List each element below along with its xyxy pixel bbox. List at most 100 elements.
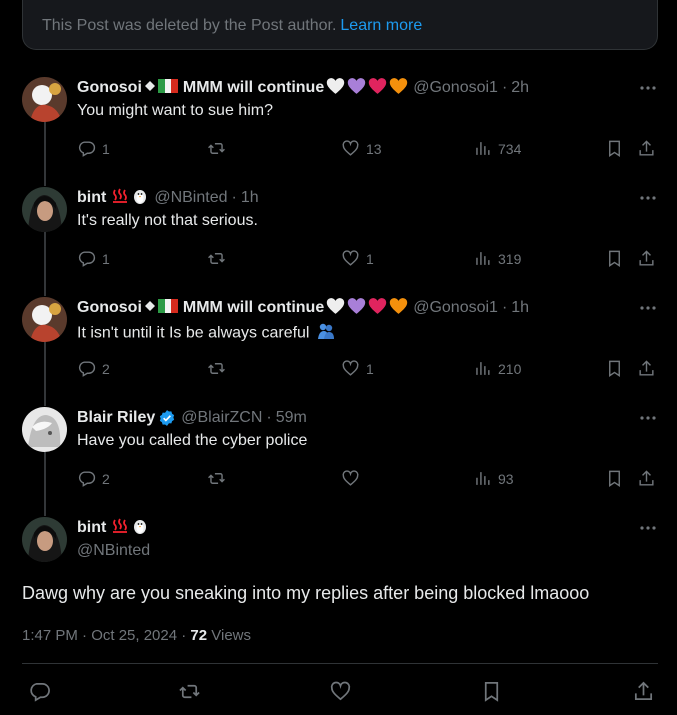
display-name[interactable]: bint <box>77 189 106 207</box>
repost-button[interactable] <box>207 469 226 488</box>
repost-icon <box>179 684 200 699</box>
timestamp[interactable]: 1h <box>241 189 259 207</box>
post-timestamp[interactable]: 1:47 PM · Oct 25, 2024 · <box>22 627 190 644</box>
views-icon <box>476 362 490 375</box>
more-options-icon[interactable] <box>639 297 657 315</box>
reply-button[interactable]: 1 <box>77 249 110 268</box>
reply-count: 1 <box>102 250 110 267</box>
heart-icon <box>342 360 359 376</box>
share-icon <box>639 140 654 156</box>
handle[interactable]: @NBinted <box>77 542 150 560</box>
bookmark-button[interactable] <box>605 469 624 488</box>
display-name[interactable]: Blair Riley <box>77 409 155 427</box>
bookmark-icon <box>484 682 499 702</box>
hot-springs-icon <box>111 517 129 540</box>
timestamp[interactable]: 2h <box>511 79 529 97</box>
dot-separator: · <box>501 299 508 316</box>
avatar[interactable] <box>22 517 67 562</box>
display-name-suffix[interactable]: MMM will continue <box>183 299 324 317</box>
views-button[interactable]: 319 <box>473 249 521 268</box>
people-hugging-icon <box>317 322 335 345</box>
orange-heart-icon <box>389 77 408 100</box>
like-button[interactable] <box>341 469 366 488</box>
reply-count: 2 <box>102 470 110 487</box>
share-button[interactable] <box>637 469 656 488</box>
handle[interactable]: @Gonosoi1 <box>413 79 498 97</box>
display-name[interactable]: Gonosoi <box>77 79 142 97</box>
avatar[interactable] <box>22 297 67 342</box>
reply-icon <box>78 251 96 267</box>
views-icon <box>476 142 490 155</box>
more-options-icon[interactable] <box>639 517 657 535</box>
bookmark-button[interactable] <box>605 139 624 158</box>
like-button[interactable]: 1 <box>341 359 374 378</box>
dot-separator: · <box>501 79 508 96</box>
bookmark-icon <box>609 360 620 377</box>
orange-heart-icon <box>389 297 408 320</box>
tweet-text: Have you called the cyber police <box>77 432 308 449</box>
like-button[interactable]: 13 <box>341 139 382 158</box>
heart-icon <box>342 470 359 486</box>
reply-count: 1 <box>102 140 110 157</box>
timestamp[interactable]: 59m <box>276 409 307 427</box>
timestamp[interactable]: 1h <box>511 299 529 317</box>
share-button[interactable] <box>637 359 656 378</box>
heart-icon <box>330 681 351 701</box>
heart-icon <box>342 140 359 156</box>
repost-icon <box>208 253 225 264</box>
display-name[interactable]: Gonosoi <box>77 299 142 317</box>
reply-button[interactable] <box>28 680 51 703</box>
share-button[interactable] <box>637 139 656 158</box>
avatar[interactable] <box>22 77 67 122</box>
repost-button[interactable] <box>207 139 226 158</box>
bookmark-button[interactable] <box>480 680 503 703</box>
handle[interactable]: @NBinted <box>154 189 227 207</box>
more-options-icon[interactable] <box>639 77 657 95</box>
display-name-suffix[interactable]: MMM will continue <box>183 79 324 97</box>
reply-icon <box>30 682 50 702</box>
avatar[interactable] <box>22 187 67 232</box>
views-button[interactable]: 734 <box>473 139 521 158</box>
share-icon <box>639 470 654 486</box>
dot-separator: · <box>266 409 272 426</box>
like-count: 13 <box>366 140 382 157</box>
more-options-icon[interactable] <box>639 187 657 205</box>
deleted-post-notice: This Post was deleted by the Post author… <box>22 0 658 50</box>
reply-button[interactable]: 2 <box>77 359 110 378</box>
more-options-icon[interactable] <box>639 407 657 425</box>
view-count: 734 <box>498 140 522 157</box>
like-button[interactable]: 1 <box>341 249 374 268</box>
share-button[interactable] <box>632 680 655 703</box>
reply-button[interactable]: 1 <box>77 139 110 158</box>
share-button[interactable] <box>637 249 656 268</box>
like-button[interactable] <box>329 680 352 703</box>
share-icon <box>639 360 654 376</box>
reply-button[interactable]: 2 <box>77 469 110 488</box>
bookmark-icon <box>609 140 620 157</box>
repost-button[interactable] <box>207 249 226 268</box>
thread-line <box>44 452 46 516</box>
views-button[interactable]: 93 <box>473 469 514 488</box>
bookmark-icon <box>609 250 620 267</box>
thread-line <box>44 342 46 406</box>
white-heart-icon <box>326 77 345 100</box>
avatar[interactable] <box>22 407 67 452</box>
like-count: 1 <box>366 360 374 377</box>
reply-icon <box>78 361 96 377</box>
repost-button[interactable] <box>207 359 226 378</box>
display-name[interactable]: bint <box>77 519 106 537</box>
main-tweet-text: Dawg why are you sneaking into my replie… <box>22 583 590 603</box>
view-count: 210 <box>498 360 522 377</box>
learn-more-link[interactable]: Learn more <box>340 17 422 34</box>
handle[interactable]: @BlairZCN <box>181 409 262 427</box>
penguin-icon <box>131 517 149 540</box>
handle[interactable]: @Gonosoi1 <box>413 299 498 317</box>
bookmark-button[interactable] <box>605 249 624 268</box>
bookmark-button[interactable] <box>605 359 624 378</box>
tweet-text-row: It isn't until it Is be always careful <box>77 322 335 345</box>
views-button[interactable]: 210 <box>473 359 521 378</box>
repost-button[interactable] <box>178 680 201 703</box>
diamond-icon <box>144 79 156 97</box>
tweet-text: You might want to sue him? <box>77 102 273 119</box>
divider <box>22 663 658 664</box>
